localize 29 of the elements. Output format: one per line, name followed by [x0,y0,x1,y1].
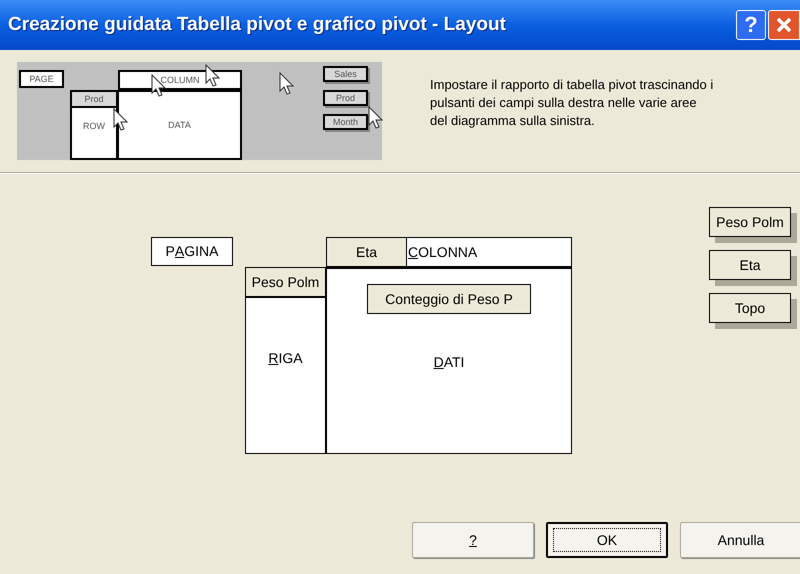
default-button[interactable]: OK [546,522,668,558]
row-area[interactable]: Peso Polm RIGA [245,267,327,454]
pointer-icon [279,72,295,96]
dialog-button[interactable]: ? [412,522,534,558]
dialog-button[interactable]: Annulla [680,522,800,558]
field-button[interactable]: Peso Polm [246,268,325,298]
row-label: ROW [83,122,105,131]
page-area: PAGE [19,70,64,88]
row-field: Prod [72,92,116,108]
close-icon [775,16,793,34]
page-area[interactable]: PAGINA [151,237,233,266]
pointer-icon [205,64,221,88]
field-button[interactable]: Eta [327,238,407,266]
instructions-text: Impostare il rapporto di tabella pivot trascinando i pulsanti dei campi sulla destra nelle varie aree del diagramma sulla sinistra. [430,76,714,130]
column-area: COLUMN [118,70,242,90]
help-button[interactable]: ? [736,10,766,40]
field-tile: Sales [323,66,368,82]
data-area: DATA [117,90,242,160]
field-tile: Month [323,114,368,130]
field-tile: Prod [323,90,368,106]
window-title: Creazione guidata Tabella pivot e grafico pivot - Layout [8,12,506,37]
area-label: COLONNA [408,242,478,262]
area-label: RIGA [268,349,303,368]
pointer-icon [368,106,384,130]
column-area[interactable]: Eta COLONNA [326,237,572,267]
field-button[interactable]: Conteggio di Peso P [367,284,531,314]
data-area[interactable]: Conteggio di Peso P DATI [326,267,572,454]
area-label: DATI [434,353,464,372]
close-button[interactable] [768,10,800,40]
